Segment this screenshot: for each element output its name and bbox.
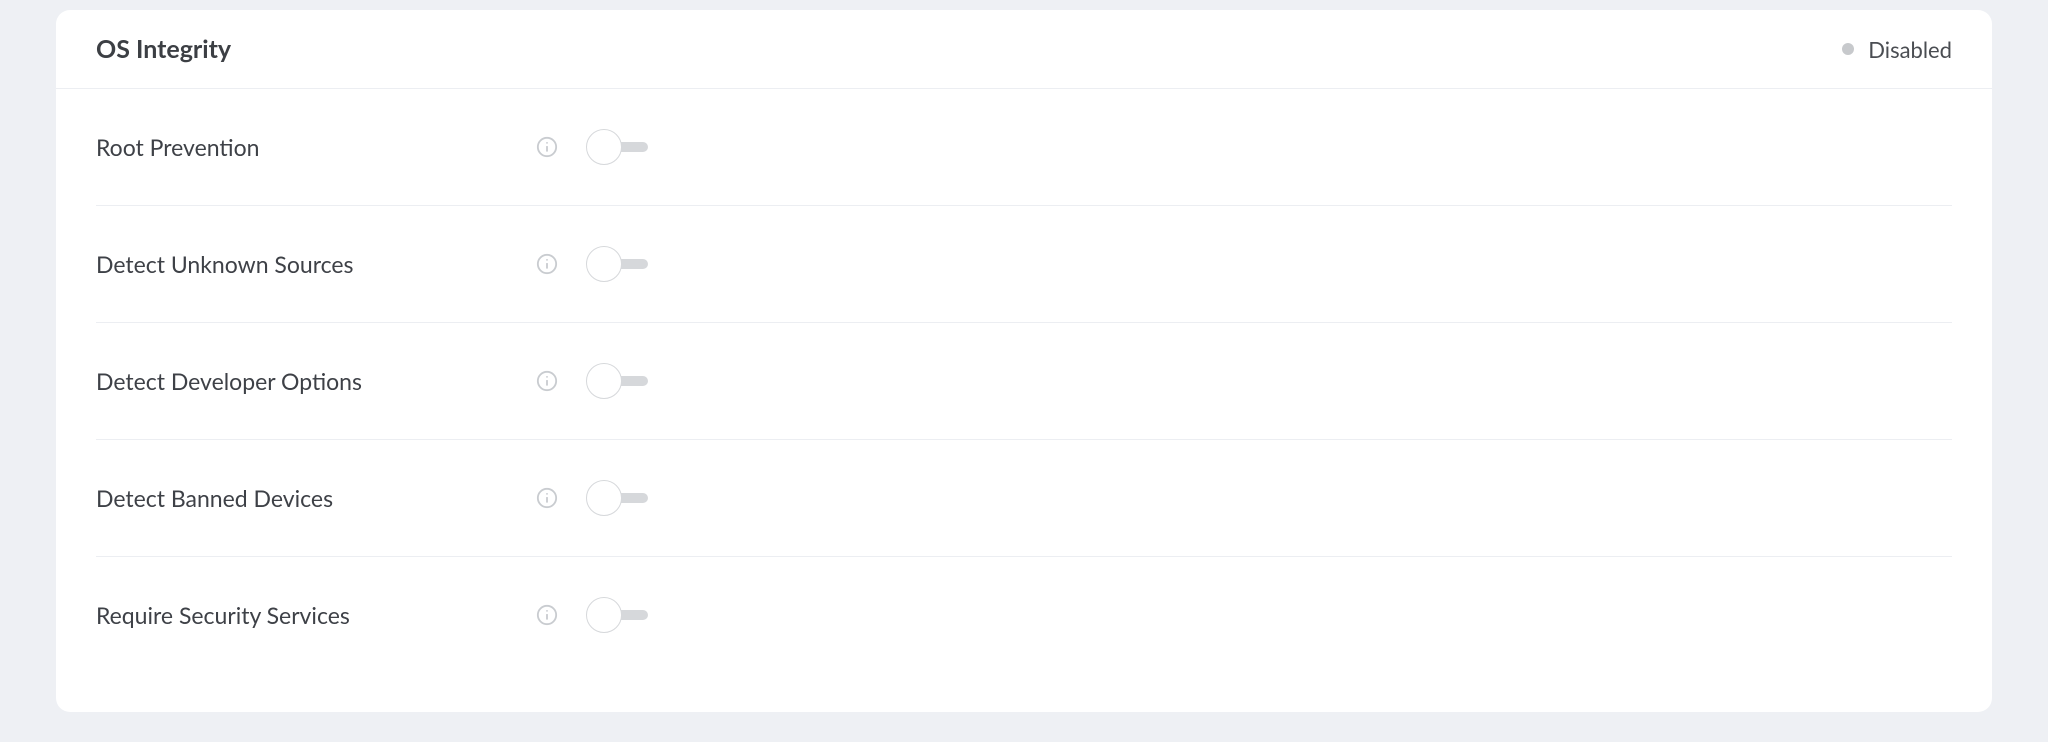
setting-row-security-services: Require Security Services — [96, 557, 1952, 663]
info-icon[interactable] — [536, 487, 558, 509]
status-text: Disabled — [1868, 36, 1952, 63]
toggle-knob — [586, 246, 622, 282]
info-icon[interactable] — [536, 370, 558, 392]
setting-controls — [536, 363, 650, 399]
panel-header: OS Integrity Disabled — [56, 10, 1992, 89]
toggle-knob — [586, 597, 622, 633]
info-icon[interactable] — [536, 604, 558, 626]
toggle-knob — [586, 363, 622, 399]
setting-label: Require Security Services — [96, 601, 536, 629]
setting-label: Root Prevention — [96, 133, 536, 161]
toggle-root-prevention[interactable] — [586, 129, 650, 165]
setting-controls — [536, 129, 650, 165]
setting-label: Detect Banned Devices — [96, 484, 536, 512]
toggle-security-services[interactable] — [586, 597, 650, 633]
setting-label: Detect Developer Options — [96, 367, 536, 395]
setting-row-root-prevention: Root Prevention — [96, 89, 1952, 206]
setting-row-banned-devices: Detect Banned Devices — [96, 440, 1952, 557]
info-icon[interactable] — [536, 136, 558, 158]
os-integrity-panel: OS Integrity Disabled Root Prevention — [56, 10, 1992, 712]
setting-label: Detect Unknown Sources — [96, 250, 536, 278]
setting-controls — [536, 597, 650, 633]
setting-row-developer-options: Detect Developer Options — [96, 323, 1952, 440]
setting-controls — [536, 246, 650, 282]
toggle-knob — [586, 480, 622, 516]
status-dot-icon — [1842, 43, 1854, 55]
toggle-banned-devices[interactable] — [586, 480, 650, 516]
setting-controls — [536, 480, 650, 516]
toggle-unknown-sources[interactable] — [586, 246, 650, 282]
toggle-knob — [586, 129, 622, 165]
panel-status: Disabled — [1842, 36, 1952, 63]
setting-row-unknown-sources: Detect Unknown Sources — [96, 206, 1952, 323]
panel-title: OS Integrity — [96, 34, 231, 64]
panel-body: Root Prevention Detect Unknown Sources — [56, 89, 1992, 663]
toggle-developer-options[interactable] — [586, 363, 650, 399]
info-icon[interactable] — [536, 253, 558, 275]
